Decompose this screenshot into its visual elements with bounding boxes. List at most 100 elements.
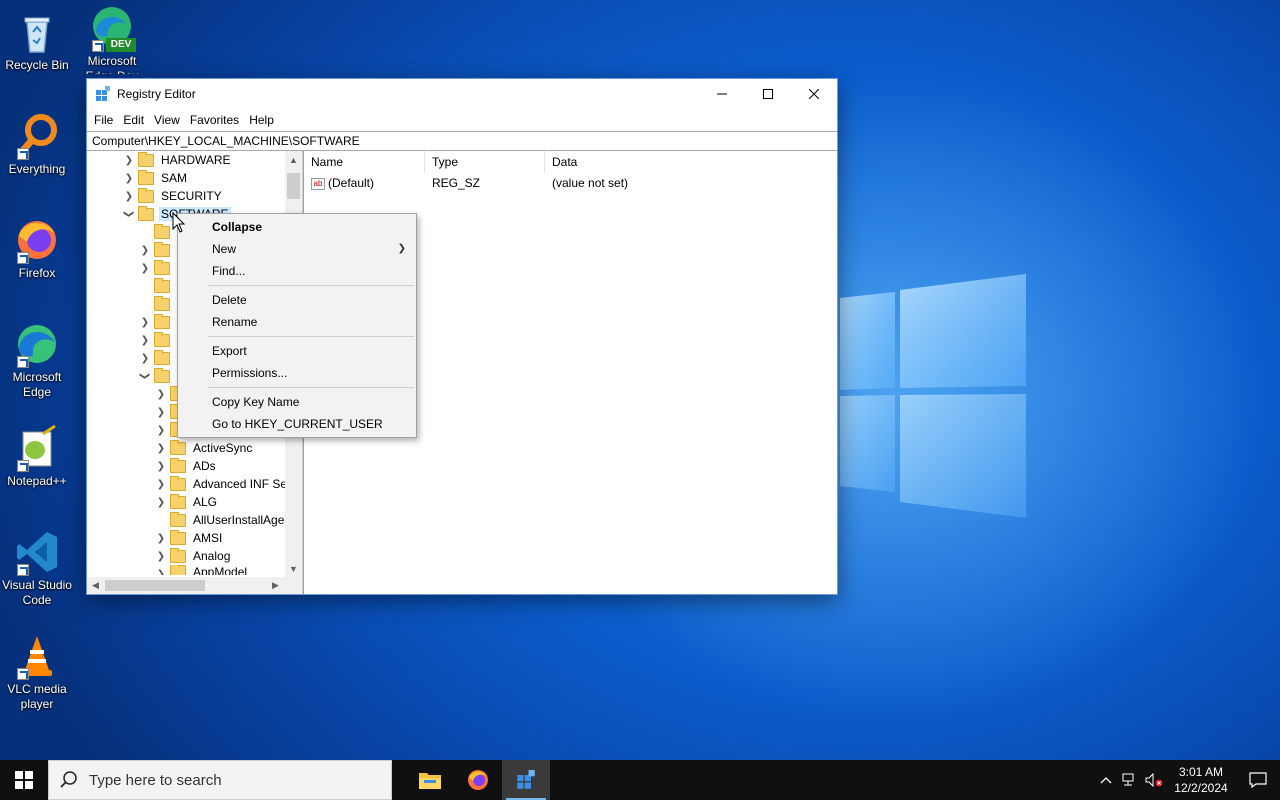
tree-subkey-hidden[interactable]: ❯ [139,367,175,385]
column-header-name[interactable]: Name [304,151,425,173]
scroll-thumb[interactable] [105,580,205,591]
menu-item-find[interactable]: Find... [178,260,416,282]
expand-chevron-icon[interactable]: ❯ [139,241,151,259]
menu-file[interactable]: File [89,113,118,127]
tree-subkey-amsi[interactable]: ❯ AMSI [155,529,224,547]
taskbar-clock[interactable]: 3:01 AM 12/2/2024 [1166,764,1236,796]
menu-edit[interactable]: Edit [118,113,149,127]
expand-chevron-icon[interactable]: ❯ [139,349,151,367]
tree-key-label: Analog [193,549,231,563]
scroll-thumb[interactable] [287,173,300,199]
menu-item-export[interactable]: Export [178,340,416,362]
start-button[interactable] [0,760,48,800]
value-type: REG_SZ [432,176,481,190]
tree-subkey-activesync[interactable]: ❯ ActiveSync [155,439,254,457]
menu-item-rename[interactable]: Rename [178,311,416,333]
tree-key-hardware[interactable]: ❯ HARDWARE [123,151,233,169]
maximize-button[interactable] [745,79,791,109]
tree-subkey-analog[interactable]: ❯ Analog [155,547,232,565]
tree-subkey-hidden[interactable] [139,277,175,295]
tree-horizontal-scrollbar[interactable]: ◀ ▶ [87,577,302,594]
menu-item-new[interactable]: New ❯ [178,238,416,260]
desktop-icon-firefox[interactable]: Firefox [0,216,74,281]
network-icon[interactable] [1118,760,1142,800]
expand-chevron-icon[interactable]: ❯ [155,493,167,511]
show-hidden-icons-chevron-icon[interactable] [1094,760,1118,800]
desktop-icon-everything[interactable]: Everything [0,112,74,177]
tree-subkey-hidden[interactable]: ❯ [139,349,175,367]
collapse-chevron-icon[interactable]: ❯ [136,370,154,382]
maximize-icon [763,89,773,99]
expand-chevron-icon[interactable]: ❯ [155,529,167,547]
menu-view[interactable]: View [149,113,185,127]
scroll-left-arrow-icon[interactable]: ◀ [87,577,104,594]
taskbar-search-box[interactable]: Type here to search [48,760,392,800]
scroll-right-arrow-icon[interactable]: ▶ [267,577,284,594]
tree-subkey-hidden[interactable] [139,223,175,241]
expand-chevron-icon[interactable]: ❯ [155,421,167,439]
scroll-up-arrow-icon[interactable]: ▲ [285,151,302,168]
action-center-button[interactable] [1236,760,1280,800]
menu-item-permissions[interactable]: Permissions... [178,362,416,384]
menu-item-goto-hkcu[interactable]: Go to HKEY_CURRENT_USER [178,413,416,435]
taskbar-registry-editor[interactable] [502,760,550,800]
scroll-down-arrow-icon[interactable]: ▼ [285,560,302,577]
address-bar[interactable]: Computer\HKEY_LOCAL_MACHINE\SOFTWARE [87,131,837,151]
desktop-icon-edge-dev[interactable]: DEV Microsoft Edge Dev [75,4,149,74]
desktop-icon-recycle-bin[interactable]: Recycle Bin [0,8,74,73]
menu-favorites[interactable]: Favorites [185,113,244,127]
expand-chevron-icon[interactable]: ❯ [139,313,151,331]
minimize-button[interactable] [699,79,745,109]
taskbar: Type here to search 3:01 AM 12/2/2024 [0,760,1280,800]
expand-chevron-icon[interactable]: ❯ [139,259,151,277]
tree-subkey-hidden[interactable] [139,295,175,313]
expand-chevron-icon[interactable]: ❯ [155,403,167,421]
tree-subkey-hidden[interactable]: ❯ [139,259,175,277]
desktop-icon-notepadpp[interactable]: Notepad++ [0,424,74,489]
collapse-chevron-icon[interactable]: ❯ [120,208,138,220]
tree-subkey-advanced-inf-setup[interactable]: ❯ Advanced INF Set [155,475,292,493]
desktop-icon-vscode[interactable]: Visual Studio Code [0,528,74,608]
expand-chevron-icon[interactable]: ❯ [155,565,167,576]
expand-chevron-icon[interactable]: ❯ [139,331,151,349]
expand-chevron-icon[interactable]: ❯ [155,385,167,403]
expand-chevron-icon[interactable]: ❯ [155,457,167,475]
taskbar-file-explorer[interactable] [406,760,454,800]
column-header-type[interactable]: Type [425,151,545,173]
menu-item-copy-key-name[interactable]: Copy Key Name [178,391,416,413]
folder-icon [154,349,170,365]
value-row[interactable]: ab (Default) REG_SZ (value not set) [304,173,837,193]
expand-chevron-icon[interactable]: ❯ [123,187,135,205]
column-header-data[interactable]: Data [545,151,745,173]
tree-subkey-alluserinstallagent[interactable]: AllUserInstallAgen [155,511,293,529]
tree-subkey-alg[interactable]: ❯ ALG [155,493,219,511]
desktop-icon-label: Visual Studio Code [2,578,72,607]
tree-subkey-appmodel[interactable]: ❯ AppModel [155,565,249,575]
desktop-icon-edge[interactable]: Microsoft Edge [0,320,74,400]
folder-icon [154,331,170,347]
tree-subkey-hidden[interactable]: ❯ [139,241,175,259]
expand-chevron-icon[interactable]: ❯ [155,547,167,565]
tree-subkey-hidden[interactable]: ❯ [139,313,175,331]
tree-key-label: SECURITY [161,189,222,203]
title-bar[interactable]: Registry Editor [87,79,837,109]
expand-chevron-icon[interactable]: ❯ [123,169,135,187]
tree-key-sam[interactable]: ❯ SAM [123,169,189,187]
desktop-icon-label: Firefox [18,266,56,280]
tree-subkey-hidden[interactable]: ❯ [139,331,175,349]
tree-subkey-ads[interactable]: ❯ ADs [155,457,218,475]
expand-chevron-icon[interactable]: ❯ [155,439,167,457]
tree-key-label: SAM [161,171,188,185]
menu-item-delete[interactable]: Delete [178,289,416,311]
close-button[interactable] [791,79,837,109]
expand-chevron-icon[interactable]: ❯ [123,151,135,169]
volume-muted-icon[interactable] [1142,760,1166,800]
menu-help[interactable]: Help [244,113,279,127]
everything-search-icon [13,112,61,160]
tree-key-security[interactable]: ❯ SECURITY [123,187,224,205]
desktop-icon-vlc[interactable]: VLC media player [0,632,74,712]
menu-item-collapse[interactable]: Collapse [178,216,416,238]
submenu-arrow-icon: ❯ [397,243,406,254]
taskbar-firefox[interactable] [454,760,502,800]
expand-chevron-icon[interactable]: ❯ [155,475,167,493]
